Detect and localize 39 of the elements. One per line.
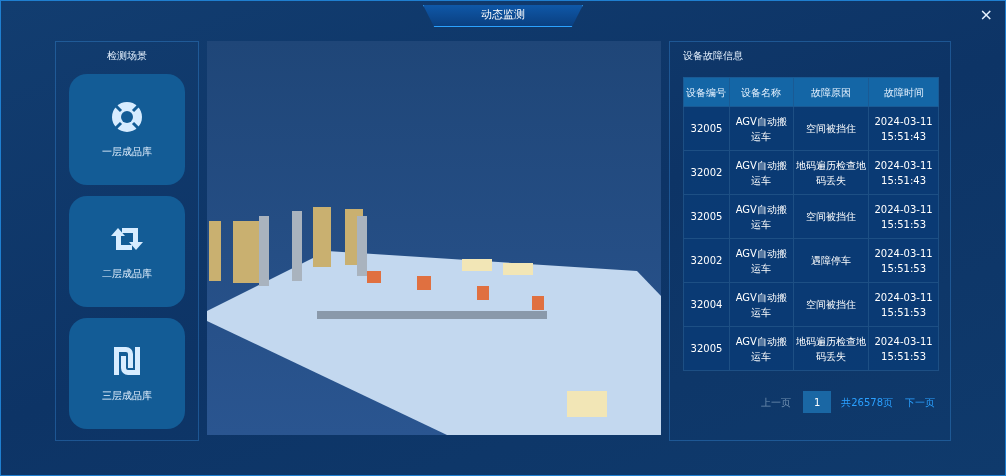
column-header: 设备名称 xyxy=(729,77,794,107)
table-cell: 32005 xyxy=(683,106,730,151)
table-cell: 2024-03-11 15:51:53 xyxy=(868,282,939,327)
page-button[interactable]: 1 xyxy=(803,391,832,413)
table-cell: AGV自动搬运车 xyxy=(729,150,794,195)
table-cell: 空间被挡住 xyxy=(793,106,869,151)
close-button[interactable]: × xyxy=(975,7,997,23)
table-cell: 2024-03-11 15:51:43 xyxy=(868,150,939,195)
table-cell: 2024-03-11 15:51:53 xyxy=(868,194,939,239)
table-cell: 32005 xyxy=(683,326,730,371)
column-header: 故障时间 xyxy=(868,77,939,107)
panel-title: 设备故障信息 xyxy=(683,49,744,63)
table-cell: 地码遍历检查地码丢失 xyxy=(793,150,869,195)
column-header: 故障原因 xyxy=(793,77,869,107)
scene-button[interactable]: 二层成品库 xyxy=(69,196,185,307)
table-cell: 32004 xyxy=(683,282,730,327)
table-cell: 地码遍历检查地码丢失 xyxy=(793,326,869,371)
table-cell: AGV自动搬运车 xyxy=(729,238,794,283)
table-cell: 空间被挡住 xyxy=(793,194,869,239)
lifebuoy-icon xyxy=(110,100,144,134)
scene-button[interactable]: 一层成品库 xyxy=(69,74,185,185)
table-cell: AGV自动搬运车 xyxy=(729,282,794,327)
dialog-title: 动态监测 xyxy=(423,5,583,27)
table-cell: 2024-03-11 15:51:43 xyxy=(868,106,939,151)
table-cell: 遇障停车 xyxy=(793,238,869,283)
next-page-link[interactable]: 下一页 xyxy=(903,394,937,410)
table-cell: 32002 xyxy=(683,238,730,283)
column-header: 设备编号 xyxy=(683,77,730,107)
table-cell: AGV自动搬运车 xyxy=(729,106,794,151)
scene-button[interactable]: 三层成品库 xyxy=(69,318,185,429)
table-cell: 32005 xyxy=(683,194,730,239)
table-cell: 空间被挡住 xyxy=(793,282,869,327)
table-cell: AGV自动搬运车 xyxy=(729,194,794,239)
panel-title: 检测场景 xyxy=(106,49,148,63)
table-cell: 32002 xyxy=(683,150,730,195)
table-cell: 2024-03-11 15:51:53 xyxy=(868,326,939,371)
table-cell: 2024-03-11 15:51:53 xyxy=(868,238,939,283)
table-cell: AGV自动搬运车 xyxy=(729,326,794,371)
page-total: 共26578页 xyxy=(841,395,893,410)
